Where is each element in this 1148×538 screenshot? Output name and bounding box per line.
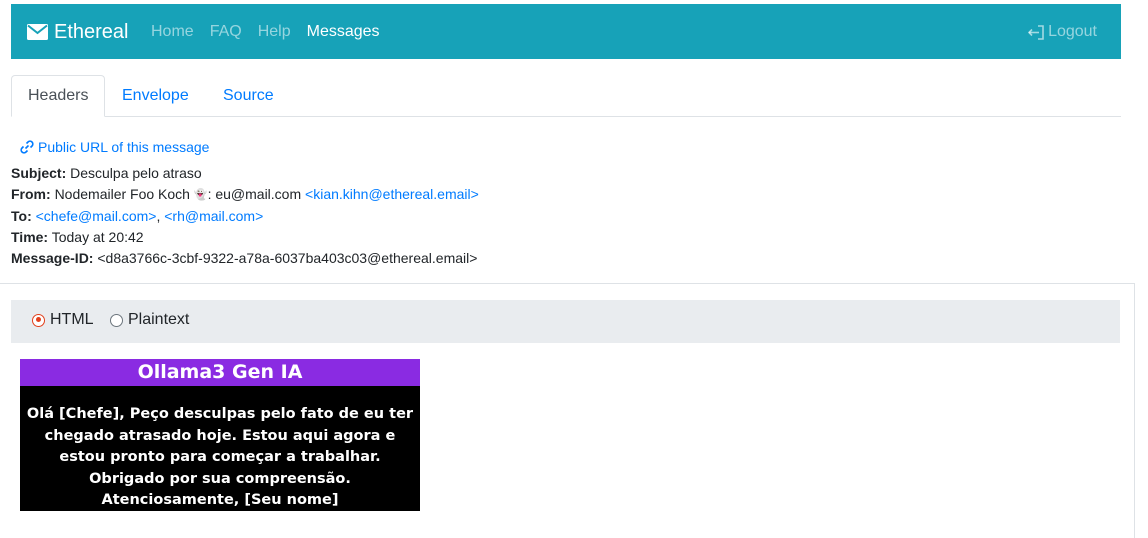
plaintext-radio-option[interactable]: Plaintext — [110, 311, 189, 329]
envelope-icon — [27, 24, 48, 40]
nav-faq[interactable]: FAQ — [210, 22, 242, 42]
link-icon — [20, 140, 34, 154]
from-label: From: — [11, 186, 51, 202]
to-separator: , — [156, 208, 161, 224]
email-title: Ollama3 Gen IA — [20, 359, 420, 386]
logout-label: Logout — [1048, 23, 1097, 40]
message-headers: Subject: Desculpa pelo atraso From: Node… — [11, 163, 479, 269]
brand-link[interactable]: Ethereal — [27, 19, 129, 45]
from-extra: : eu@mail.com — [207, 186, 302, 202]
html-radio[interactable] — [32, 313, 45, 327]
subject-label: Subject: — [11, 165, 67, 181]
to-row: To: <chefe@mail.com>, <rh@mail.com> — [11, 206, 479, 227]
public-url-link[interactable]: Public URL of this message — [20, 139, 209, 155]
logout-button[interactable]: Logout — [1028, 22, 1097, 42]
to-email-link-1[interactable]: <chefe@mail.com> — [36, 208, 157, 224]
subject-value: Desculpa pelo atraso — [70, 165, 202, 181]
nav-help[interactable]: Help — [258, 22, 291, 42]
content-border — [1134, 283, 1135, 538]
message-id-value: <d8a3766c-3cbf-9322-a78a-6037ba403c03@et… — [97, 250, 478, 266]
to-label: To: — [11, 208, 32, 224]
from-name: Nodemailer Foo Koch — [54, 186, 190, 202]
message-tabs: Headers Envelope Source — [11, 75, 1121, 117]
html-radio-label: HTML — [50, 311, 94, 328]
time-label: Time: — [11, 229, 49, 245]
tab-envelope[interactable]: Envelope — [106, 75, 205, 117]
ghost-emoji: 👻 — [193, 189, 208, 201]
view-toggle-bar: HTML Plaintext — [11, 300, 1120, 343]
time-row: Time: Today at 20:42 — [11, 227, 479, 248]
email-body: Olá [Chefe], Peço desculpas pelo fato de… — [26, 406, 414, 508]
html-radio-option[interactable]: HTML — [32, 311, 94, 329]
tab-headers[interactable]: Headers — [11, 75, 106, 117]
plaintext-radio-label: Plaintext — [128, 311, 190, 328]
nav-messages[interactable]: Messages — [307, 22, 380, 42]
brand-name: Ethereal — [54, 20, 129, 43]
public-url-label: Public URL of this message — [38, 139, 210, 155]
time-value: Today at 20:42 — [51, 229, 144, 245]
top-navbar: Ethereal Home FAQ Help Messages Logout — [11, 4, 1121, 59]
nav-links: Home FAQ Help Messages — [151, 22, 396, 42]
nav-home[interactable]: Home — [151, 22, 194, 42]
to-email-link-2[interactable]: <rh@mail.com> — [164, 208, 263, 224]
from-row: From: Nodemailer Foo Koch 👻: eu@mail.com… — [11, 184, 479, 206]
tab-source[interactable]: Source — [207, 75, 290, 117]
plaintext-radio[interactable] — [110, 313, 123, 327]
from-email-link[interactable]: <kian.kihn@ethereal.email> — [305, 186, 479, 202]
message-id-row: Message-ID: <d8a3766c-3cbf-9322-a78a-603… — [11, 248, 479, 269]
sign-out-icon — [1028, 24, 1044, 40]
email-html-preview: Ollama3 Gen IA Olá [Chefe], Peço desculp… — [20, 359, 420, 511]
subject-row: Subject: Desculpa pelo atraso — [11, 163, 479, 184]
content-divider — [0, 283, 1135, 284]
message-id-label: Message-ID: — [11, 250, 94, 266]
